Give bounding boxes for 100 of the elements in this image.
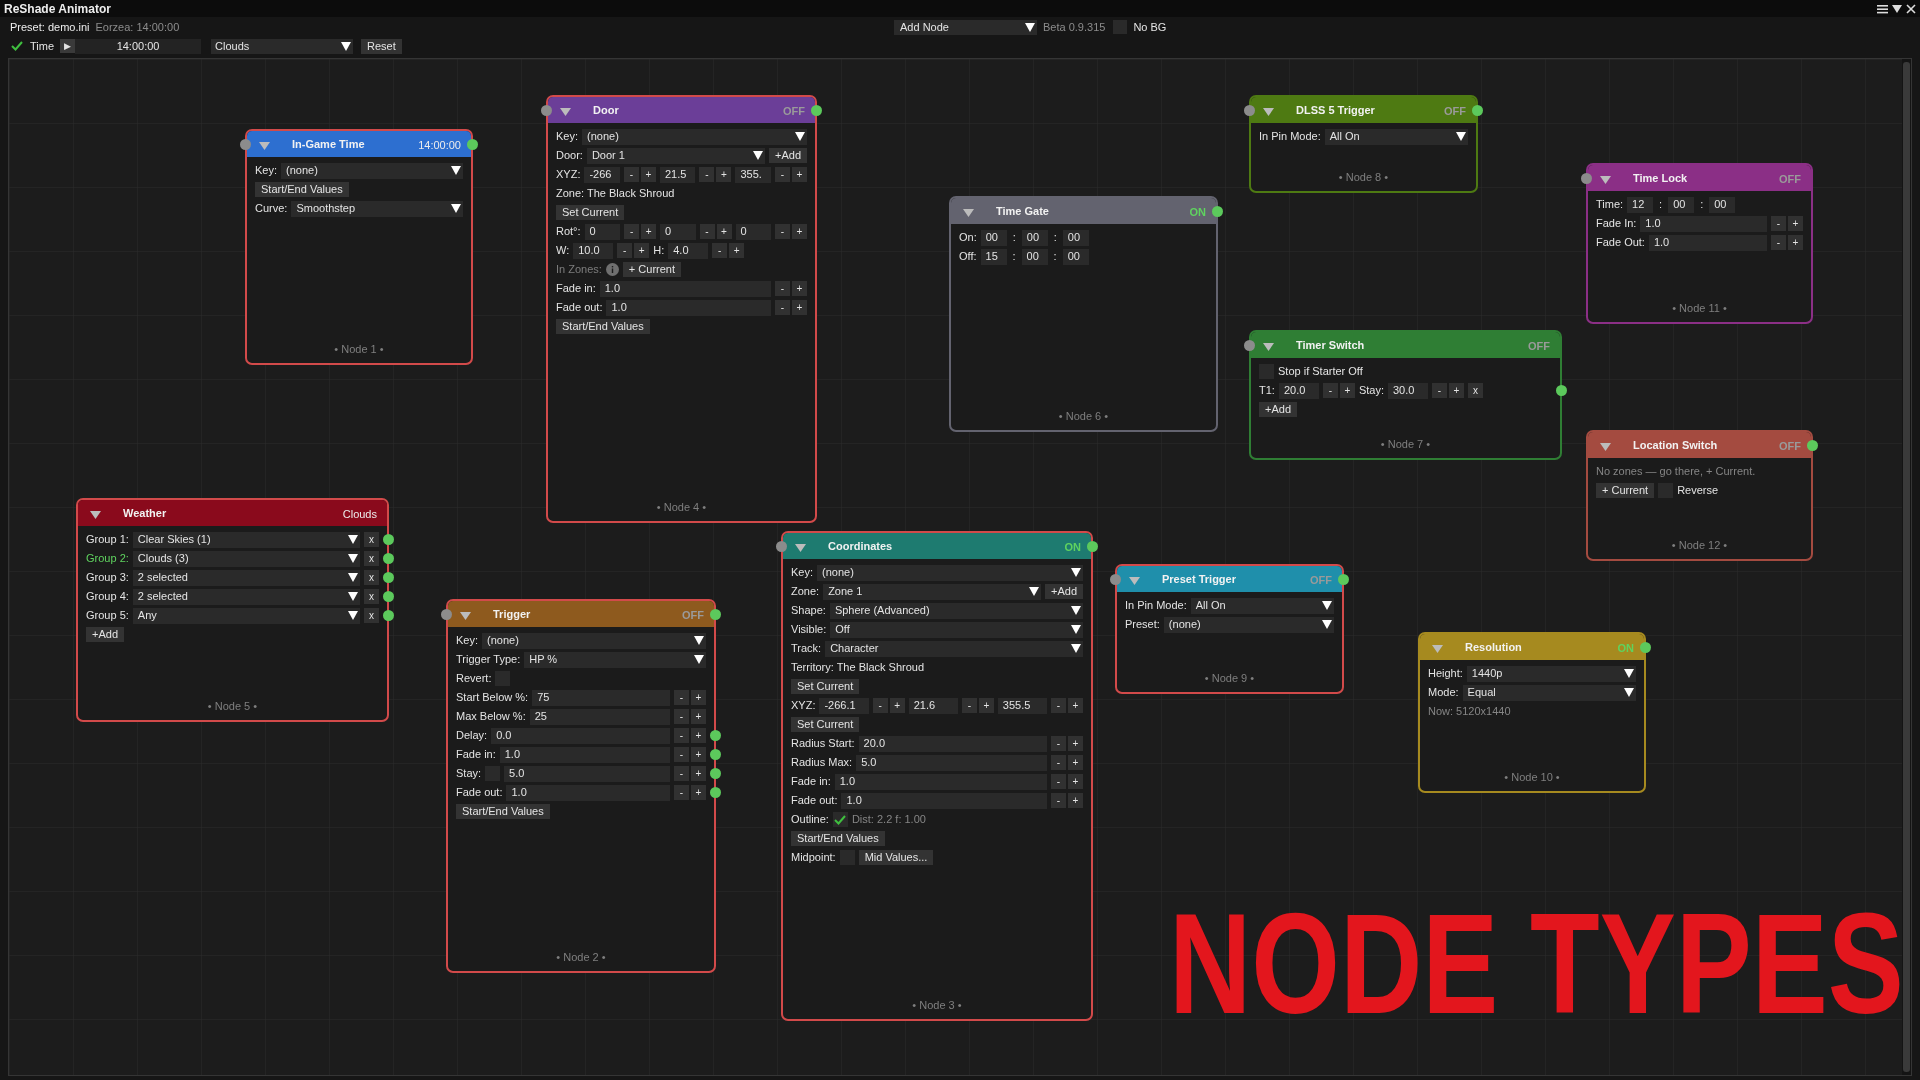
dropdown[interactable]: (none): [281, 162, 463, 179]
number-field[interactable]: 10.0: [573, 242, 614, 259]
decrement-button[interactable]: -: [1051, 793, 1066, 808]
remove-button[interactable]: x: [364, 589, 379, 604]
input-port[interactable]: [541, 105, 552, 116]
number-field[interactable]: 30.0: [1388, 382, 1428, 399]
action-button[interactable]: Mid Values...: [858, 850, 934, 865]
increment-button[interactable]: +: [1068, 774, 1083, 789]
dropdown[interactable]: Equal: [1462, 684, 1636, 701]
dropdown[interactable]: (none): [817, 564, 1083, 581]
weather-dropdown[interactable]: Clouds: [211, 38, 354, 54]
number-field[interactable]: 5.0: [856, 754, 1047, 771]
decrement-button[interactable]: -: [872, 698, 888, 713]
decrement-button[interactable]: -: [1051, 736, 1066, 751]
action-button[interactable]: Start/End Values: [456, 804, 550, 819]
node-card[interactable]: Resolution ON Height: 1440p Mode: Equal Now: 5120x1440 • Node 10 •: [1418, 632, 1646, 793]
decrement-button[interactable]: -: [674, 690, 689, 705]
decrement-button[interactable]: -: [674, 747, 689, 762]
input-port[interactable]: [1581, 173, 1592, 184]
output-port[interactable]: [383, 591, 394, 602]
decrement-button[interactable]: -: [624, 224, 640, 239]
increment-button[interactable]: +: [792, 300, 807, 315]
menu-icon[interactable]: [1877, 3, 1888, 14]
dropdown[interactable]: Smoothstep: [291, 200, 463, 217]
input-port[interactable]: [1244, 340, 1255, 351]
output-port[interactable]: [383, 553, 394, 564]
action-button[interactable]: Set Current: [791, 717, 860, 732]
decrement-button[interactable]: -: [674, 709, 689, 724]
input-port[interactable]: [240, 139, 251, 150]
output-port[interactable]: [467, 139, 478, 150]
reset-button[interactable]: Reset: [361, 38, 402, 54]
decrement-button[interactable]: -: [1322, 383, 1338, 398]
scrollbar-thumb[interactable]: [1903, 62, 1910, 1072]
decrement-button[interactable]: -: [623, 167, 639, 182]
node-card[interactable]: In-Game Time 14:00:00 Key: (none) Start/End Values Curve: Smoothstep • Node 1 •: [245, 129, 473, 365]
dropdown[interactable]: 1440p: [1466, 665, 1636, 682]
number-field[interactable]: 1.0: [1648, 234, 1767, 251]
number-field[interactable]: 0: [660, 223, 696, 240]
dropdown[interactable]: Door 1: [586, 147, 765, 164]
output-port[interactable]: [710, 609, 721, 620]
action-button[interactable]: Start/End Values: [556, 319, 650, 334]
decrement-button[interactable]: -: [712, 243, 728, 258]
checkbox[interactable]: [832, 812, 848, 827]
time-field[interactable]: 00: [1021, 229, 1048, 246]
decrement-button[interactable]: -: [1051, 698, 1066, 713]
output-port[interactable]: [1212, 206, 1223, 217]
node-card[interactable]: Location Switch OFF No zones — go there, + Current. + Current Reverse • Node 12 •: [1586, 430, 1813, 561]
decrement-button[interactable]: -: [1051, 774, 1066, 789]
remove-button[interactable]: x: [364, 551, 379, 566]
dropdown[interactable]: HP %: [524, 651, 706, 668]
dropdown[interactable]: 2 selected: [132, 588, 360, 605]
number-field[interactable]: 1.0: [506, 784, 670, 801]
increment-button[interactable]: +: [978, 698, 994, 713]
dropdown[interactable]: Any: [132, 607, 360, 624]
time-field[interactable]: 00: [1021, 248, 1048, 265]
increment-button[interactable]: +: [792, 224, 807, 239]
time-checkbox[interactable]: [10, 39, 24, 53]
dropdown[interactable]: Off: [830, 621, 1083, 638]
decrement-button[interactable]: -: [1432, 383, 1447, 398]
time-field[interactable]: 00: [1709, 196, 1736, 213]
increment-button[interactable]: +: [1339, 383, 1355, 398]
action-button[interactable]: Start/End Values: [255, 182, 349, 197]
output-port[interactable]: [383, 534, 394, 545]
action-button[interactable]: Set Current: [791, 679, 860, 694]
node-card[interactable]: [546, 95, 817, 523]
time-field[interactable]: 00: [1668, 196, 1695, 213]
increment-button[interactable]: +: [792, 167, 807, 182]
dropdown[interactable]: (none): [582, 128, 807, 145]
action-button[interactable]: + Current: [622, 262, 682, 277]
dropdown[interactable]: Character: [825, 640, 1083, 657]
dropdown[interactable]: (none): [482, 632, 706, 649]
play-button[interactable]: ▶: [60, 39, 76, 53]
number-field[interactable]: 1.0: [599, 280, 771, 297]
action-button[interactable]: +Add: [86, 627, 124, 642]
number-field[interactable]: 5.0: [504, 765, 670, 782]
increment-button[interactable]: +: [729, 243, 745, 258]
input-port[interactable]: [1244, 105, 1255, 116]
dropdown[interactable]: All On: [1190, 597, 1334, 614]
dropdown[interactable]: Sphere (Advanced): [829, 602, 1083, 619]
remove-button[interactable]: x: [364, 570, 379, 585]
increment-button[interactable]: +: [1788, 216, 1803, 231]
action-button[interactable]: +Add: [1045, 584, 1083, 599]
increment-button[interactable]: +: [716, 224, 732, 239]
number-field[interactable]: 1.0: [841, 792, 1047, 809]
number-field[interactable]: 20.0: [1278, 382, 1319, 399]
decrement-button[interactable]: -: [1051, 755, 1066, 770]
increment-button[interactable]: +: [691, 766, 706, 781]
dropdown[interactable]: Clouds (3): [132, 550, 360, 567]
decrement-button[interactable]: -: [961, 698, 977, 713]
collapse-icon[interactable]: [1892, 4, 1902, 13]
node-card[interactable]: Timer Switch OFF Stop if Starter Off T1: 20.0 - + Stay: 30.0 - + x +Add • Node 7 •: [1249, 330, 1562, 460]
number-field[interactable]: 4.0: [668, 242, 709, 259]
number-field[interactable]: 355.: [735, 166, 771, 183]
dropdown[interactable]: All On: [1324, 128, 1468, 145]
number-field[interactable]: -266.1: [819, 697, 869, 714]
decrement-button[interactable]: -: [674, 766, 689, 781]
number-field[interactable]: 1.0: [499, 746, 670, 763]
output-port[interactable]: [383, 610, 394, 621]
increment-button[interactable]: +: [792, 281, 807, 296]
time-field[interactable]: 14:00:00: [75, 38, 202, 54]
